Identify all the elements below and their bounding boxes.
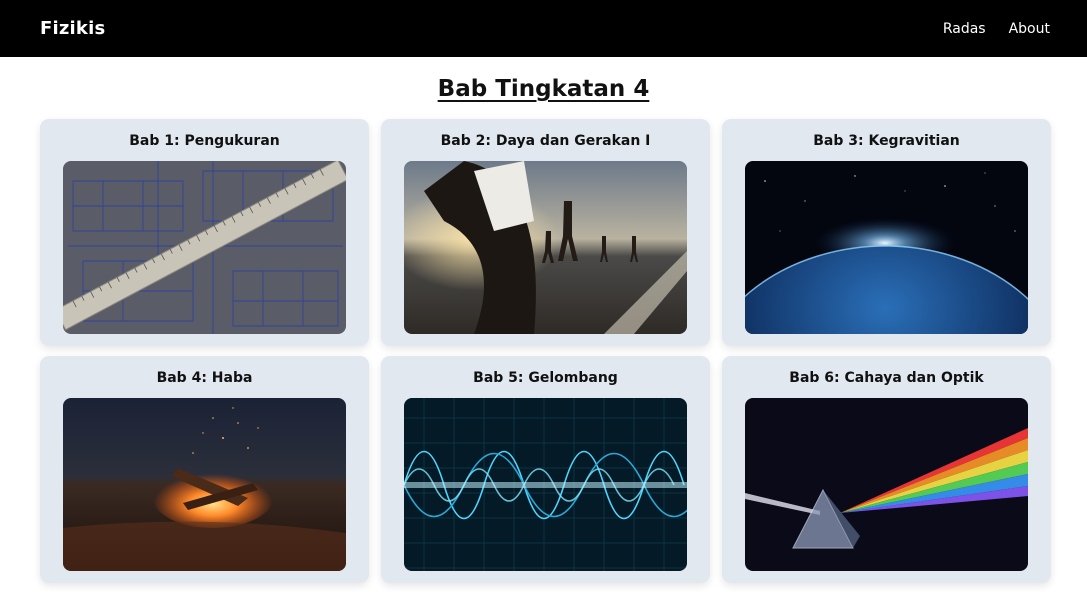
chapter-card-6[interactable]: Bab 6: Cahaya dan Optik bbox=[722, 356, 1051, 583]
chapter-title: Bab 5: Gelombang bbox=[473, 370, 618, 386]
prism-spectrum-image[interactable] bbox=[745, 398, 1028, 571]
waveforms-image[interactable] bbox=[404, 398, 687, 571]
chapter-card-3[interactable]: Bab 3: Kegravitian bbox=[722, 119, 1051, 346]
nav-link-radas[interactable]: Radas bbox=[943, 21, 986, 37]
nav-links: Radas About bbox=[943, 21, 1050, 37]
chapter-title: Bab 2: Daya dan Gerakan I bbox=[440, 133, 651, 149]
chapter-card-4[interactable]: Bab 4: Haba bbox=[40, 356, 369, 583]
campfire-beach-image[interactable] bbox=[63, 398, 346, 571]
chapter-card-5[interactable]: Bab 5: Gelombang bbox=[381, 356, 710, 583]
chapter-card-1[interactable]: Bab 1: Pengukuran bbox=[40, 119, 369, 346]
ruler-blueprint-image[interactable] bbox=[63, 161, 346, 334]
chapter-card-2[interactable]: Bab 2: Daya dan Gerakan I bbox=[381, 119, 710, 346]
brand-logo[interactable]: Fizikis bbox=[40, 18, 105, 39]
page-title: Bab Tingkatan 4 bbox=[437, 76, 650, 102]
chapter-title: Bab 1: Pengukuran bbox=[129, 133, 280, 149]
runners-road-image[interactable] bbox=[404, 161, 687, 334]
chapter-title: Bab 4: Haba bbox=[156, 370, 253, 386]
earth-space-image[interactable] bbox=[745, 161, 1028, 334]
navbar: Fizikis Radas About bbox=[0, 0, 1087, 57]
nav-link-about[interactable]: About bbox=[1009, 21, 1050, 37]
chapter-title: Bab 3: Kegravitian bbox=[813, 133, 960, 149]
chapter-title: Bab 6: Cahaya dan Optik bbox=[789, 370, 984, 386]
chapter-grid: Bab 1: Pengukuran Bab 2: Daya dan Geraka… bbox=[40, 119, 1051, 583]
